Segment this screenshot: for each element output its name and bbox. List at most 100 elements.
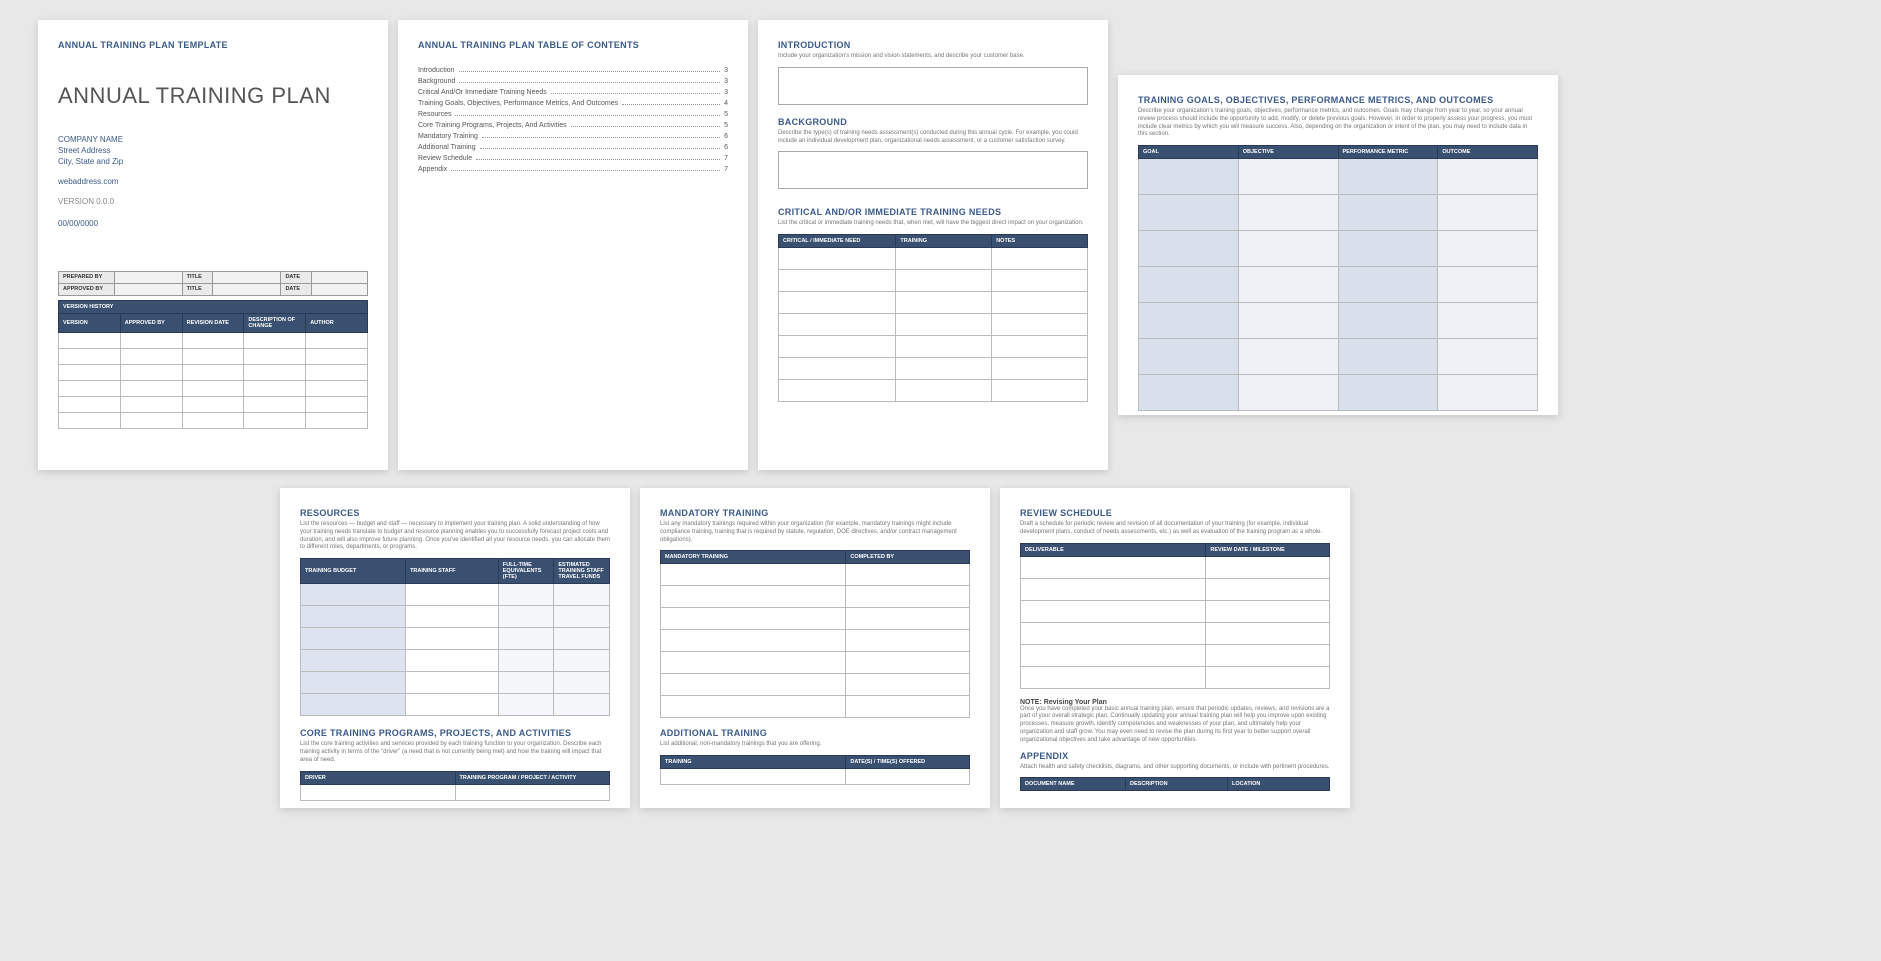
toc-page: 4 bbox=[724, 100, 728, 107]
mandatory-heading: MANDATORY TRAINING bbox=[660, 508, 970, 518]
mandatory-instr: List any mandatory trainings required wi… bbox=[660, 521, 970, 544]
doc-date: 00/00/0000 bbox=[58, 218, 368, 229]
signature-table: PREPARED BY TITLE DATE APPROVED BY TITLE… bbox=[58, 271, 368, 296]
city-state-zip: City, State and Zip bbox=[58, 156, 368, 167]
resources-instr: List the resources — budget and staff — … bbox=[300, 521, 610, 552]
col-header: APPROVED BY bbox=[120, 313, 182, 332]
intro-textbox[interactable] bbox=[778, 67, 1088, 105]
appendix-table: DOCUMENT NAMEDESCRIPTIONLOCATION bbox=[1020, 777, 1330, 791]
toc-label: Resources bbox=[418, 111, 451, 118]
toc-item[interactable]: Additional Training6 bbox=[418, 144, 728, 151]
toc-item[interactable]: Critical And/Or Immediate Training Needs… bbox=[418, 89, 728, 96]
toc-item[interactable]: Core Training Programs, Projects, And Ac… bbox=[418, 122, 728, 129]
toc-page: 7 bbox=[724, 166, 728, 173]
col-header: TRAINING bbox=[896, 235, 992, 248]
toc-label: Additional Training bbox=[418, 144, 476, 151]
street-address: Street Address bbox=[58, 145, 368, 156]
doc-title: ANNUAL TRAINING PLAN bbox=[58, 83, 368, 109]
toc-page: 6 bbox=[724, 133, 728, 140]
resources-heading: RESOURCES bbox=[300, 508, 610, 518]
appendix-heading: APPENDIX bbox=[1020, 751, 1330, 761]
toc-page: 3 bbox=[724, 89, 728, 96]
intro-heading: INTRODUCTION bbox=[778, 40, 1088, 50]
toc-label: Appendix bbox=[418, 166, 447, 173]
template-label: ANNUAL TRAINING PLAN TEMPLATE bbox=[58, 40, 368, 50]
col-header: AUTHOR bbox=[306, 313, 368, 332]
note-text: Once you have completed your basic annua… bbox=[1020, 706, 1330, 745]
page-6: MANDATORY TRAINING List any mandatory tr… bbox=[640, 488, 990, 808]
col-header: NOTES bbox=[992, 235, 1088, 248]
col-header: DELIVERABLE bbox=[1021, 543, 1206, 556]
mandatory-table: MANDATORY TRAININGCOMPLETED BY bbox=[660, 550, 970, 718]
review-heading: REVIEW SCHEDULE bbox=[1020, 508, 1330, 518]
review-table: DELIVERABLEREVIEW DATE / MILESTONE bbox=[1020, 543, 1330, 689]
toc-page: 7 bbox=[724, 155, 728, 162]
toc-page: 3 bbox=[724, 78, 728, 85]
col-header: DESCRIPTION bbox=[1126, 778, 1228, 791]
col-header: OUTCOME bbox=[1438, 146, 1538, 159]
toc-item[interactable]: Introduction 3 bbox=[418, 67, 728, 74]
col-header: LOCATION bbox=[1228, 778, 1330, 791]
col-header: REVIEW DATE / MILESTONE bbox=[1206, 543, 1330, 556]
critical-heading: CRITICAL AND/OR IMMEDIATE TRAINING NEEDS bbox=[778, 207, 1088, 217]
version-label: VERSION 0.0.0 bbox=[58, 197, 368, 206]
col-header: DATE(S) / TIME(S) OFFERED bbox=[846, 756, 970, 769]
col-header: TRAINING PROGRAM / PROJECT / ACTIVITY bbox=[455, 771, 610, 784]
col-header: REVISION DATE bbox=[182, 313, 244, 332]
toc-page: 5 bbox=[724, 122, 728, 129]
core-instr: List the core training activities and se… bbox=[300, 741, 610, 764]
toc-label: Background bbox=[418, 78, 455, 85]
col-header: TRAINING BUDGET bbox=[301, 559, 406, 584]
document-canvas: ANNUAL TRAINING PLAN TEMPLATE ANNUAL TRA… bbox=[20, 20, 1861, 941]
web-address: webaddress.com bbox=[58, 176, 368, 187]
col-header: GOAL bbox=[1139, 146, 1239, 159]
toc-item[interactable]: Appendix 7 bbox=[418, 166, 728, 173]
page-5: RESOURCES List the resources — budget an… bbox=[280, 488, 630, 808]
col-header: PERFORMANCE METRIC bbox=[1338, 146, 1438, 159]
toc-label: Introduction bbox=[418, 67, 455, 74]
bg-instr: Describe the type(s) of training needs a… bbox=[778, 130, 1088, 146]
company-name: COMPANY NAME bbox=[58, 134, 368, 145]
critical-table: CRITICAL / IMMEDIATE NEEDTRAININGNOTES bbox=[778, 234, 1088, 402]
core-table: DRIVERTRAINING PROGRAM / PROJECT / ACTIV… bbox=[300, 771, 610, 801]
bg-textbox[interactable] bbox=[778, 151, 1088, 189]
goals-heading: TRAINING GOALS, OBJECTIVES, PERFORMANCE … bbox=[1138, 95, 1538, 105]
toc-item[interactable]: Training Goals, Objectives, Performance … bbox=[418, 100, 728, 107]
toc-label: Mandatory Training bbox=[418, 133, 478, 140]
core-heading: CORE TRAINING PROGRAMS, PROJECTS, AND AC… bbox=[300, 728, 610, 738]
col-header: ESTIMATED TRAINING STAFF TRAVEL FUNDS bbox=[554, 559, 610, 584]
bg-heading: BACKGROUND bbox=[778, 117, 1088, 127]
col-header: TRAINING STAFF bbox=[406, 559, 499, 584]
col-header: MANDATORY TRAINING bbox=[661, 551, 846, 564]
toc-item[interactable]: Background 3 bbox=[418, 78, 728, 85]
version-history-table: VERSION HISTORY VERSIONAPPROVED BYREVISI… bbox=[58, 300, 368, 429]
toc-label: Review Schedule bbox=[418, 155, 472, 162]
col-header: FULL-TIME EQUIVALENTS (FTE) bbox=[498, 559, 554, 584]
toc-item[interactable]: Review Schedule 7 bbox=[418, 155, 728, 162]
col-header: DRIVER bbox=[301, 771, 456, 784]
col-header: VERSION bbox=[59, 313, 121, 332]
toc-label: Training Goals, Objectives, Performance … bbox=[418, 100, 618, 107]
additional-heading: ADDITIONAL TRAINING bbox=[660, 728, 970, 738]
toc-page: 3 bbox=[724, 67, 728, 74]
col-header: CRITICAL / IMMEDIATE NEED bbox=[779, 235, 896, 248]
page-7: REVIEW SCHEDULE Draft a schedule for per… bbox=[1000, 488, 1350, 808]
review-instr: Draft a schedule for periodic review and… bbox=[1020, 521, 1330, 537]
col-header: COMPLETED BY bbox=[846, 551, 970, 564]
col-header: TRAINING bbox=[661, 756, 846, 769]
col-header: DOCUMENT NAME bbox=[1021, 778, 1126, 791]
additional-instr: List additional, non-mandatory trainings… bbox=[660, 741, 970, 749]
note-heading: NOTE: Revising Your Plan bbox=[1020, 699, 1330, 706]
toc-title: ANNUAL TRAINING PLAN TABLE OF CONTENTS bbox=[418, 40, 728, 50]
critical-instr: List the critical or immediate training … bbox=[778, 220, 1088, 228]
col-header: DESCRIPTION OF CHANGE bbox=[244, 313, 306, 332]
col-header: OBJECTIVE bbox=[1238, 146, 1338, 159]
toc-list: Introduction3Background3Critical And/Or … bbox=[418, 67, 728, 173]
toc-item[interactable]: Resources 5 bbox=[418, 111, 728, 118]
toc-item[interactable]: Mandatory Training 6 bbox=[418, 133, 728, 140]
resources-table: TRAINING BUDGETTRAINING STAFFFULL-TIME E… bbox=[300, 558, 610, 716]
page-2: ANNUAL TRAINING PLAN TABLE OF CONTENTS I… bbox=[398, 20, 748, 470]
toc-label: Critical And/Or Immediate Training Needs bbox=[418, 89, 547, 96]
toc-page: 5 bbox=[724, 111, 728, 118]
goals-table: GOALOBJECTIVEPERFORMANCE METRICOUTCOME bbox=[1138, 145, 1538, 411]
